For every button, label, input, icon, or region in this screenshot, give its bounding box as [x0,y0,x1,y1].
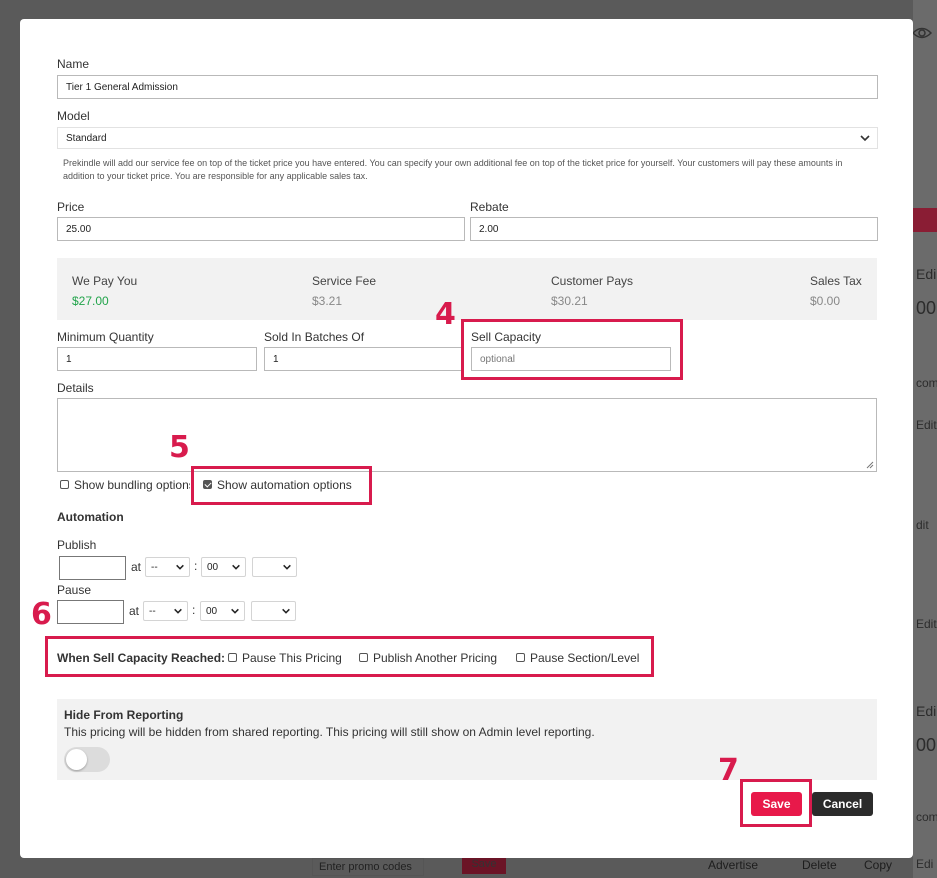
background-text: Edi [916,266,937,282]
background-link: Delete [802,858,837,872]
step-number-6: 6 [31,597,52,632]
background-promo-input: Enter promo codes [312,858,424,876]
pause-date-input[interactable] [57,600,124,624]
model-select[interactable]: Standard [57,127,878,149]
background-text: 00 [916,298,937,318]
publish-minute-select[interactable]: 00 [201,557,246,577]
minute-value: 00 [207,562,219,573]
price-summary: We Pay You $27.00 Service Fee $3.21 Cust… [57,258,877,320]
sell-capacity-label: Sell Capacity [471,330,542,344]
publish-another-checkbox[interactable] [359,653,368,662]
background-text: dit [916,518,929,532]
background-red-button [913,208,937,232]
summary-label: Customer Pays [551,274,634,288]
min-qty-input[interactable]: 1 [57,347,257,371]
pause-pricing-label[interactable]: Pause This Pricing [242,651,342,665]
price-input[interactable]: 25.00 [57,217,465,241]
background-text: com [916,810,937,824]
hide-reporting-panel: Hide From Reporting This pricing will be… [57,699,877,780]
background-text: Edi [916,703,937,719]
chevron-down-icon [231,608,239,614]
hour-value: -- [149,606,156,617]
show-automation-checkbox[interactable] [203,480,212,489]
pause-pricing-checkbox[interactable] [228,653,237,662]
background-text: com [916,376,937,390]
model-label: Model [57,109,90,123]
toggle-knob [66,749,87,770]
publish-label: Publish [57,538,97,552]
at-label: at [129,604,140,618]
sell-capacity-input[interactable]: optional [471,347,671,371]
min-qty-label: Minimum Quantity [57,330,154,344]
background-text: 00 [916,735,937,755]
details-label: Details [57,381,94,395]
colon-label: : [192,603,196,617]
background-footer: Enter promo codes Save Advertise Delete … [290,858,930,878]
publish-ampm-select[interactable] [252,557,297,577]
batches-label: Sold In Batches Of [264,330,365,344]
at-label: at [131,560,142,574]
publish-hour-select[interactable]: -- [145,557,190,577]
background-text: Edit [916,418,937,432]
rebate-input[interactable]: 2.00 [470,217,878,241]
colon-label: : [194,559,198,573]
summary-label: We Pay You [72,274,138,288]
summary-label: Service Fee [312,274,377,288]
hide-reporting-title: Hide From Reporting [64,708,184,722]
show-bundling-checkbox[interactable] [60,480,69,489]
model-info-text: Prekindle will add our service fee on to… [63,158,843,181]
summary-value: $27.00 [72,294,109,308]
background-promo-save: Save [462,858,506,874]
step-number-5: 5 [169,430,190,465]
summary-label: Sales Tax [810,274,862,288]
summary-value: $0.00 [810,294,841,308]
chevron-down-icon [860,135,870,142]
chevron-down-icon [176,564,184,570]
pause-section-label[interactable]: Pause Section/Level [530,651,639,665]
step-number-4: 4 [435,297,456,332]
background-link: Advertise [708,858,759,872]
publish-another-label[interactable]: Publish Another Pricing [373,651,497,665]
price-label: Price [57,200,85,214]
name-label: Name [57,57,90,71]
chevron-down-icon [174,608,182,614]
cancel-button[interactable]: Cancel [812,792,873,816]
show-automation-label[interactable]: Show automation options [217,478,352,492]
publish-date-input[interactable] [59,556,126,580]
summary-sales-tax: Sales Tax $0.00 [810,274,862,308]
pricing-modal: Name Tier 1 General Admission Model Stan… [20,19,913,858]
name-input[interactable]: Tier 1 General Admission [57,75,878,99]
background-link: Copy [864,858,893,872]
pause-section-checkbox[interactable] [516,653,525,662]
eye-icon [912,27,932,39]
model-select-value: Standard [66,133,107,144]
summary-value: $30.21 [551,294,588,308]
automation-heading: Automation [57,510,124,524]
step-number-7: 7 [718,753,739,788]
when-capacity-label: When Sell Capacity Reached: [57,651,226,665]
rebate-label: Rebate [470,200,509,214]
batches-input[interactable]: 1 [264,347,464,371]
pause-hour-select[interactable]: -- [143,601,188,621]
background-text: Edit [916,617,937,631]
pause-label: Pause [57,583,92,597]
resize-handle-icon[interactable] [866,461,874,469]
save-button[interactable]: Save [751,792,802,816]
chevron-down-icon [282,608,290,614]
pause-ampm-select[interactable] [251,601,296,621]
show-bundling-label[interactable]: Show bundling options [74,478,190,492]
pause-minute-select[interactable]: 00 [200,601,245,621]
hide-reporting-description: This pricing will be hidden from shared … [64,725,595,739]
hide-reporting-toggle[interactable] [64,747,110,772]
minute-value: 00 [206,606,218,617]
hour-value: -- [151,562,158,573]
chevron-down-icon [232,564,240,570]
summary-we-pay: We Pay You $27.00 [72,274,137,308]
summary-customer-pays: Customer Pays $30.21 [551,274,633,308]
summary-service-fee: Service Fee $3.21 [312,274,376,308]
chevron-down-icon [283,564,291,570]
summary-value: $3.21 [312,294,343,308]
